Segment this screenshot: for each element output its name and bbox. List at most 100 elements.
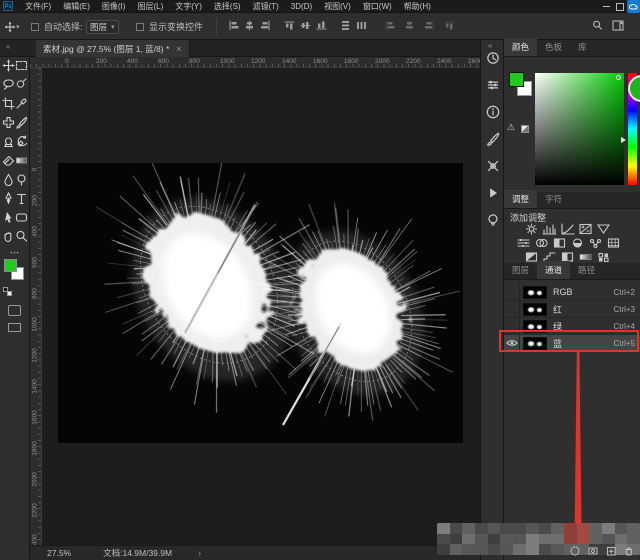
- photo-filter-adjustment-icon[interactable]: [570, 237, 585, 249]
- actions-panel-icon[interactable]: [485, 185, 501, 201]
- vibrance-adjustment-icon[interactable]: [596, 223, 611, 235]
- channel-row-green[interactable]: 绿 Ctrl+4: [504, 317, 640, 335]
- 3d-mode-icon[interactable]: [424, 20, 436, 33]
- visibility-toggle[interactable]: [504, 317, 520, 335]
- close-tab-icon[interactable]: ×: [176, 44, 181, 54]
- menu-item[interactable]: 文字(Y): [169, 0, 208, 13]
- history-panel-icon[interactable]: [485, 50, 501, 66]
- collapse-panels-icon[interactable]: «: [488, 41, 492, 50]
- history-brush-tool-icon[interactable]: [15, 135, 28, 148]
- menu-item[interactable]: 文件(F): [19, 0, 57, 13]
- exposure-adjustment-icon[interactable]: [578, 223, 593, 235]
- align-center-h-icon[interactable]: [244, 20, 256, 33]
- gradient-tool-icon[interactable]: [15, 154, 28, 167]
- auto-select-dropdown[interactable]: 图层 ▾: [86, 13, 119, 40]
- zoom-tool-icon[interactable]: [15, 230, 28, 243]
- menu-item[interactable]: 选择(S): [208, 0, 247, 13]
- menu-item[interactable]: 图像(I): [96, 0, 132, 13]
- quick-select-tool-icon[interactable]: [15, 78, 28, 91]
- align-middle-icon[interactable]: [300, 20, 312, 33]
- menu-item[interactable]: 视图(V): [318, 0, 357, 13]
- brightness-contrast-adjustment-icon[interactable]: [524, 223, 539, 235]
- move-tool-option-icon[interactable]: ▾: [4, 13, 20, 40]
- color-panel-foreground-swatch[interactable]: [509, 72, 524, 87]
- zoom-level-field[interactable]: 27.5%: [47, 548, 71, 558]
- brush-settings-panel-icon[interactable]: [485, 131, 501, 147]
- align-top-icon[interactable]: [284, 20, 296, 33]
- menu-item[interactable]: 帮助(H): [398, 0, 437, 13]
- screen-mode-button[interactable]: [8, 323, 21, 332]
- 3d-mode-icon[interactable]: [444, 20, 456, 33]
- show-transform-checkbox[interactable]: [136, 13, 147, 40]
- channels-panel-tab[interactable]: 路径: [570, 261, 603, 279]
- align-bottom-icon[interactable]: [316, 20, 328, 33]
- blur-tool-icon[interactable]: [2, 173, 15, 186]
- visibility-toggle[interactable]: [504, 334, 520, 352]
- pen-tool-icon[interactable]: [2, 192, 15, 205]
- quick-mask-button[interactable]: [8, 305, 21, 316]
- clone-source-panel-icon[interactable]: [485, 158, 501, 174]
- save-selection-icon[interactable]: [587, 545, 599, 558]
- load-selection-icon[interactable]: [569, 545, 581, 558]
- channels-panel-tab[interactable]: 通道: [537, 261, 571, 279]
- visibility-toggle[interactable]: [504, 283, 520, 301]
- color-panel-tab[interactable]: 颜色: [504, 38, 538, 56]
- eyedropper-tool-icon[interactable]: [15, 97, 28, 110]
- color-lookup-adjustment-icon[interactable]: [606, 237, 621, 249]
- minimize-button[interactable]: [600, 0, 613, 13]
- menu-item[interactable]: 3D(D): [285, 0, 318, 13]
- status-menu-chevron-icon[interactable]: ›: [198, 548, 201, 558]
- black-white-adjustment-icon[interactable]: [552, 237, 567, 249]
- type-tool-icon[interactable]: [15, 192, 28, 205]
- color-balance-adjustment-icon[interactable]: [534, 237, 549, 249]
- auto-select-checkbox[interactable]: [31, 13, 42, 40]
- menu-item[interactable]: 编辑(E): [57, 0, 96, 13]
- channel-row-red[interactable]: 红 Ctrl+3: [504, 300, 640, 318]
- channel-mixer-adjustment-icon[interactable]: [588, 237, 603, 249]
- hand-tool-icon[interactable]: [2, 230, 15, 243]
- more-tools-icon[interactable]: •••: [0, 251, 30, 257]
- channel-row-rgb[interactable]: RGB Ctrl+2: [504, 283, 640, 301]
- clone-stamp-tool-icon[interactable]: [2, 135, 15, 148]
- menu-item[interactable]: 窗口(W): [357, 0, 398, 13]
- path-select-tool-icon[interactable]: [2, 211, 15, 224]
- properties-panel-icon[interactable]: [485, 77, 501, 93]
- 3d-mode-icon[interactable]: [384, 20, 396, 33]
- workspace-switcher-icon[interactable]: [612, 20, 624, 33]
- swap-colors-icon[interactable]: [7, 291, 12, 296]
- color-panel-tab[interactable]: 库: [570, 38, 595, 56]
- channels-panel-tab[interactable]: 图层: [504, 261, 537, 279]
- shape-tool-icon[interactable]: [15, 211, 28, 224]
- dodge-tool-icon[interactable]: [15, 173, 28, 186]
- search-icon[interactable]: [592, 20, 604, 33]
- document-image[interactable]: [58, 163, 463, 443]
- eraser-tool-icon[interactable]: [2, 154, 15, 167]
- adjustments-panel-tab[interactable]: 调整: [504, 190, 538, 208]
- marquee-tool-icon[interactable]: [15, 59, 28, 72]
- color-panel-tab[interactable]: 色板: [537, 38, 570, 56]
- visibility-toggle[interactable]: [504, 300, 520, 318]
- foreground-color-swatch[interactable]: [4, 259, 17, 272]
- distribute-h-icon[interactable]: [356, 20, 368, 33]
- maximize-button[interactable]: [613, 0, 626, 13]
- align-right-icon[interactable]: [260, 20, 272, 33]
- hue-slider-arrow-icon[interactable]: [621, 137, 626, 143]
- menu-item[interactable]: 滤镜(T): [247, 0, 285, 13]
- lasso-tool-icon[interactable]: [2, 78, 15, 91]
- saturation-brightness-field[interactable]: [535, 73, 624, 185]
- 3d-mode-icon[interactable]: [404, 20, 416, 33]
- creative-cloud-icon[interactable]: [627, 0, 640, 13]
- align-left-icon[interactable]: [228, 20, 240, 33]
- crop-tool-icon[interactable]: [2, 97, 15, 110]
- info-panel-icon[interactable]: [485, 104, 501, 120]
- distribute-v-icon[interactable]: [340, 20, 352, 33]
- delete-channel-icon[interactable]: [623, 545, 635, 558]
- healing-brush-tool-icon[interactable]: [2, 116, 15, 129]
- levels-adjustment-icon[interactable]: [542, 223, 557, 235]
- document-tab[interactable]: 素材.jpg @ 27.5% (图层 1, 蓝/8) * ×: [36, 40, 190, 57]
- hue-saturation-adjustment-icon[interactable]: [516, 237, 531, 249]
- menu-item[interactable]: 图层(L): [131, 0, 169, 13]
- channel-row-blue[interactable]: 蓝 Ctrl+5: [504, 334, 640, 352]
- collapse-panels-icon[interactable]: «: [6, 42, 10, 51]
- move-tool-icon[interactable]: [2, 59, 15, 72]
